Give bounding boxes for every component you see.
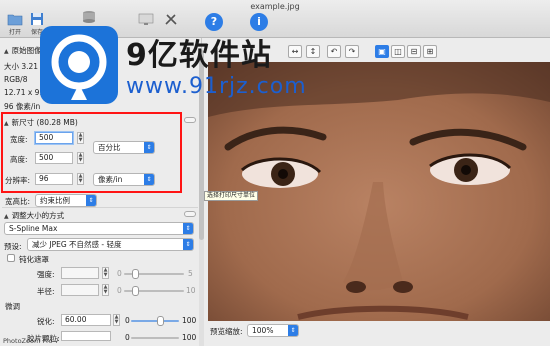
radius-stepper[interactable]: ▲ ▼	[102, 284, 109, 296]
watermark-brand: 9亿软件站	[126, 38, 272, 73]
fit-width-icon[interactable]: ↔	[288, 45, 302, 58]
chevron-down-icon: ⇕	[183, 223, 193, 234]
strength-slider[interactable]	[124, 269, 184, 279]
chevron-down-icon: ⇕	[288, 325, 298, 336]
brand-logo	[40, 26, 118, 104]
preview-button[interactable]	[135, 12, 157, 27]
method-select[interactable]: S-Spline Max ⇕	[4, 222, 194, 235]
preset-label: 预设:	[4, 242, 22, 251]
single-view-icon[interactable]: ▣	[375, 45, 389, 58]
aspect-select[interactable]: 约束比例 ⇕	[35, 194, 97, 207]
watermark-url: www.91rjz.com	[126, 74, 307, 99]
collapse-icon: ▲	[4, 213, 9, 220]
panel-toggle[interactable]	[184, 117, 196, 123]
slider-knob[interactable]	[132, 286, 139, 296]
unsharp-mask-checkbox[interactable]	[7, 254, 15, 262]
radius-input[interactable]	[61, 284, 99, 296]
unit-tooltip: 选择打印尺寸单位	[204, 191, 259, 201]
strength-label: 强度:	[37, 270, 55, 279]
slider-knob[interactable]	[132, 269, 139, 279]
zoom-select[interactable]: 100% ⇕	[247, 324, 299, 337]
rotate-right-icon[interactable]: ↷	[345, 45, 359, 58]
logo-icon	[51, 34, 107, 100]
batch-button[interactable]	[78, 10, 100, 25]
method-section-header[interactable]: ▲ 调整大小的方式	[4, 210, 64, 221]
sharpness-stepper[interactable]: ▲ ▼	[113, 314, 120, 326]
tools-button[interactable]	[160, 12, 182, 27]
strength-max: 5	[188, 269, 193, 278]
fine-tune-label: 微调	[5, 302, 20, 311]
radius-max: 10	[186, 286, 196, 295]
folder-icon	[7, 14, 23, 26]
database-icon	[83, 11, 95, 23]
method-toggle[interactable]	[184, 211, 196, 217]
wrench-icon	[165, 14, 177, 25]
preset-select[interactable]: 减少 JPEG 不自然感 - 轻度 ⇕	[27, 238, 194, 251]
divider	[2, 207, 198, 208]
quad-view-icon[interactable]: ⊞	[423, 45, 437, 58]
sharpness-slider[interactable]	[131, 316, 179, 326]
film-grain-slider[interactable]	[131, 337, 179, 339]
sharpness-min: 0	[125, 316, 130, 325]
highlight-box	[1, 112, 182, 193]
app-window: example.jpg 打开 保存 ? i ▲ 原始图像 大小 3.21 M RG…	[0, 0, 550, 346]
zoom-bar: 预览缩放: 100% ⇕	[204, 321, 550, 346]
chevron-down-icon: ⇕	[183, 239, 193, 250]
film-grain-max: 100	[182, 333, 197, 342]
radius-label: 半径:	[37, 287, 55, 296]
watermark: 9亿软件站 www.91rjz.com	[40, 26, 306, 104]
original-color: RGB/8	[4, 75, 28, 84]
open-button[interactable]: 打开	[4, 12, 26, 36]
aspect-label: 宽高比:	[5, 197, 31, 206]
chevron-down-icon: ⇕	[86, 195, 96, 206]
radius-min: 0	[117, 286, 122, 295]
radius-slider[interactable]	[124, 286, 184, 296]
split-vertical-icon[interactable]: ◫	[391, 45, 405, 58]
strength-input[interactable]	[61, 267, 99, 279]
strength-min: 0	[117, 269, 122, 278]
app-name: PhotoZoom Pro 7	[3, 337, 59, 345]
strength-stepper[interactable]: ▲ ▼	[102, 267, 109, 279]
open-label: 打开	[8, 29, 21, 36]
collapse-icon: ▲	[4, 48, 9, 55]
zoom-label: 预览缩放:	[210, 327, 243, 336]
split-horizontal-icon[interactable]: ⊟	[407, 45, 421, 58]
monitor-icon	[138, 13, 154, 25]
original-section-header[interactable]: ▲ 原始图像	[4, 45, 42, 56]
original-resolution: 96 像素/in	[4, 102, 41, 111]
film-grain-input[interactable]	[61, 331, 111, 341]
fit-height-icon[interactable]: ↕	[306, 45, 320, 58]
sharpness-label: 锐化:	[37, 317, 55, 326]
sharpness-max: 100	[182, 316, 197, 325]
rotate-left-icon[interactable]: ↶	[327, 45, 341, 58]
sharpness-input[interactable]: 60.00	[61, 314, 111, 326]
floppy-icon	[31, 13, 43, 25]
unsharp-mask-label: 钝化遮罩	[19, 255, 49, 264]
slider-knob[interactable]	[157, 316, 164, 326]
film-grain-min: 0	[125, 333, 130, 342]
